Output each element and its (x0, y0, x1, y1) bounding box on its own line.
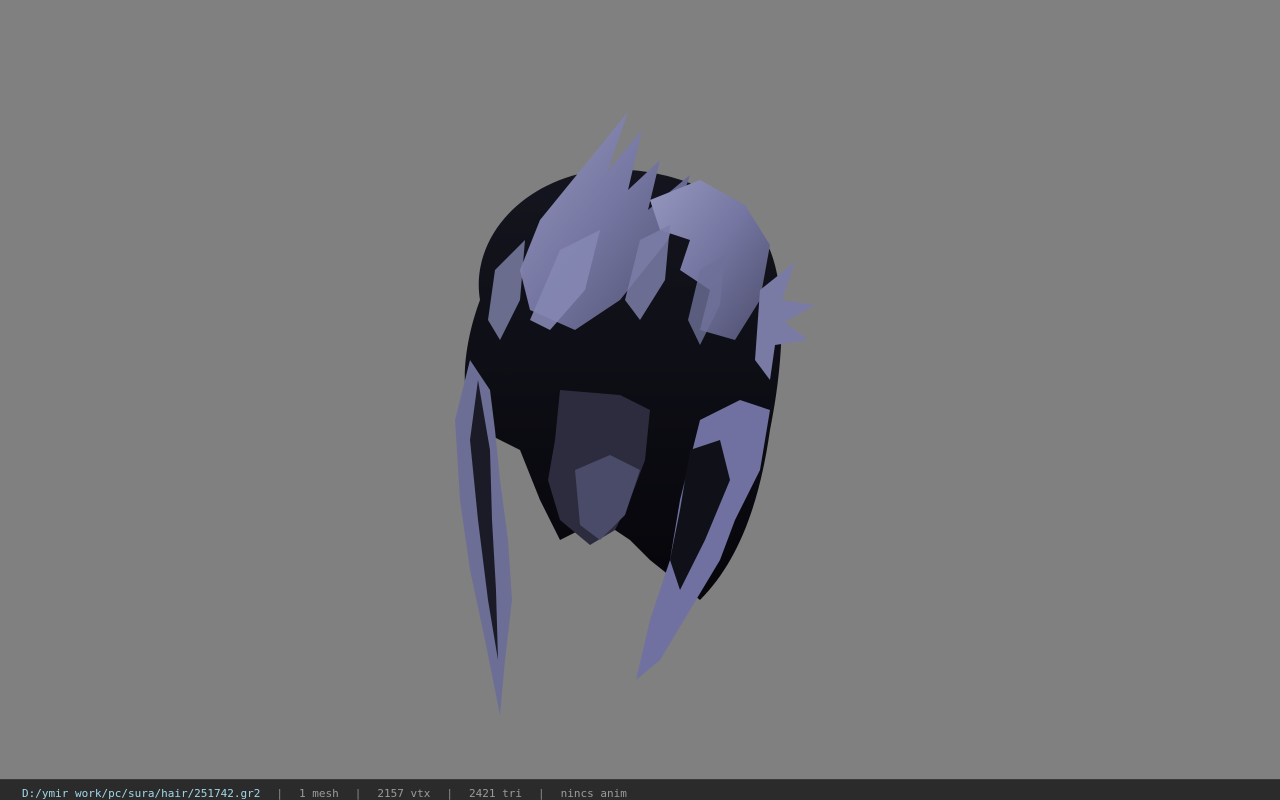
file-path: D:/ymir work/pc/sura/hair/251742.gr2 (22, 786, 261, 800)
triangle-count: 2421 tri (469, 786, 523, 800)
vertex-count: 2157 vtx (377, 786, 431, 800)
separator: | (538, 786, 545, 800)
separator: | (276, 786, 284, 800)
mesh-count: 1 mesh (299, 786, 339, 800)
anim-status: nincs anim (560, 786, 627, 800)
separator: | (446, 786, 454, 800)
3d-viewport[interactable] (0, 0, 1280, 779)
status-bar: D:/ymir work/pc/sura/hair/251742.gr2 | 1… (0, 779, 1280, 800)
hair-mesh-model[interactable] (0, 0, 1280, 779)
separator: | (354, 786, 362, 800)
